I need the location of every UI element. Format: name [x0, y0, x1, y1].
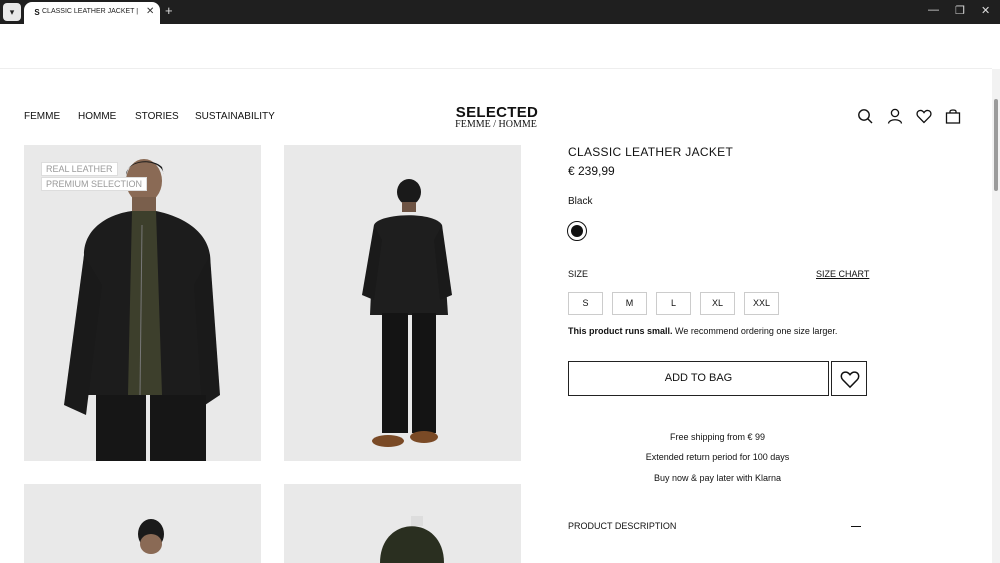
size-button-xxl[interactable]: XXL — [744, 292, 779, 315]
size-chart-link[interactable]: SIZE CHART — [816, 269, 869, 279]
tab-title: CLASSIC LEATHER JACKET | Bla — [42, 8, 139, 15]
size-button-l[interactable]: L — [656, 292, 691, 315]
badge-real-leather: REAL LEATHER — [41, 162, 118, 176]
model-beanie-photo — [284, 484, 521, 563]
minimize-icon[interactable]: — — [928, 4, 939, 16]
web-page: FEMME HOMME STORIES SUSTAINABILITY SELEC… — [0, 24, 1000, 563]
tab-search-button[interactable]: ▾ — [3, 3, 21, 21]
new-tab-button[interactable]: + — [165, 4, 173, 18]
color-swatch-black[interactable] — [567, 221, 587, 241]
add-to-wishlist-button[interactable] — [831, 361, 867, 396]
product-image-detail-1[interactable] — [24, 484, 261, 563]
product-title: CLASSIC LEATHER JACKET — [568, 145, 734, 159]
search-icon[interactable] — [857, 108, 873, 124]
klarna-info: Buy now & pay later with Klarna — [653, 473, 782, 483]
swatch-fill — [571, 225, 583, 237]
browser-tab[interactable]: S CLASSIC LEATHER JACKET | Bla ✕ — [24, 2, 160, 24]
size-button-m[interactable]: M — [612, 292, 647, 315]
header-divider — [0, 68, 992, 69]
model-closeup-photo — [24, 484, 261, 563]
collapse-icon[interactable] — [851, 526, 861, 527]
account-icon[interactable] — [887, 108, 903, 124]
nav-stories[interactable]: STORIES — [135, 111, 179, 122]
window-close-icon[interactable]: ✕ — [981, 4, 990, 17]
restore-icon[interactable]: ❐ — [955, 4, 965, 17]
product-description-toggle[interactable]: PRODUCT DESCRIPTION — [568, 521, 676, 531]
color-name: Black — [568, 196, 593, 207]
size-button-xl[interactable]: XL — [700, 292, 735, 315]
brand-subtitle: FEMME / HOMME — [455, 119, 537, 130]
product-price: € 239,99 — [568, 164, 615, 178]
model-front-photo — [24, 145, 261, 461]
add-to-bag-button[interactable]: ADD TO BAG — [568, 361, 829, 396]
product-image-detail-2[interactable] — [284, 484, 521, 563]
wishlist-icon[interactable] — [916, 108, 932, 124]
fit-note-bold: This product runs small. — [568, 326, 673, 336]
nav-homme[interactable]: HOMME — [78, 111, 116, 122]
size-label: SIZE — [568, 269, 589, 279]
badge-premium-selection: PREMIUM SELECTION — [41, 177, 148, 191]
scrollbar-thumb[interactable] — [994, 99, 998, 191]
model-back-photo — [284, 145, 521, 461]
browser-tab-bar: ▾ S CLASSIC LEATHER JACKET | Bla ✕ + — ❐… — [0, 0, 1000, 24]
nav-femme[interactable]: FEMME — [24, 111, 60, 122]
returns-info: Extended return period for 100 days — [645, 452, 790, 462]
bag-icon[interactable] — [945, 108, 961, 124]
product-image-back[interactable] — [284, 145, 521, 461]
size-button-s[interactable]: S — [568, 292, 603, 315]
product-image-front[interactable]: REAL LEATHER PREMIUM SELECTION — [24, 145, 261, 461]
fit-note-text: We recommend ordering one size larger. — [672, 326, 838, 336]
nav-sustainability[interactable]: SUSTAINABILITY — [195, 111, 275, 122]
scrollbar[interactable] — [992, 69, 1000, 563]
close-tab-icon[interactable]: ✕ — [146, 6, 154, 17]
heart-icon — [840, 371, 860, 389]
fit-note: This product runs small. We recommend or… — [568, 326, 837, 336]
shipping-info: Free shipping from € 99 — [669, 432, 766, 442]
